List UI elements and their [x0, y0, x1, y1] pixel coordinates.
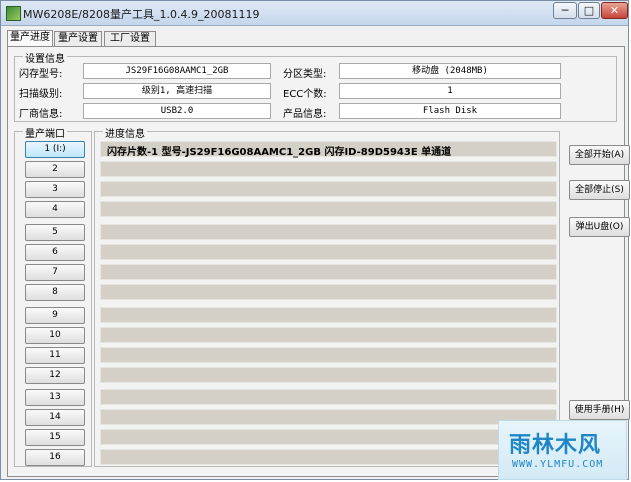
ports-group-title: 量产端口: [23, 125, 67, 140]
stop-all-button[interactable]: 全部停止(S): [569, 180, 630, 200]
tab-factory-settings[interactable]: 工厂设置: [104, 31, 156, 47]
window-title: MW6208E/8208量产工具_1.0.4.9_20081119: [23, 8, 260, 21]
flash-model-label: 闪存型号:: [19, 69, 63, 80]
port-button-4[interactable]: 4: [25, 201, 85, 218]
progress-group-title: 进度信息: [103, 125, 147, 140]
progress-row-8: [100, 284, 557, 300]
ecc-count-label: ECC个数:: [283, 89, 327, 100]
watermark-logo-text: 雨林木风: [509, 433, 602, 458]
watermark-logo: 雨林木风 WWW.YLMFU.COM: [498, 420, 627, 480]
tab-production-progress[interactable]: 量产进度: [7, 30, 53, 47]
progress-row-13: [100, 389, 557, 405]
port-button-10[interactable]: 10: [25, 327, 85, 344]
product-info-field: Flash Disk: [339, 103, 561, 119]
minimize-button[interactable]: ─: [553, 2, 577, 19]
title-bar[interactable]: MW6208E/8208量产工具_1.0.4.9_20081119 ─ □ ✕: [1, 1, 628, 26]
app-icon: [6, 6, 21, 21]
port-button-11[interactable]: 11: [25, 347, 85, 364]
ecc-count-field: 1: [339, 83, 561, 99]
port-button-14[interactable]: 14: [25, 409, 85, 426]
maximize-button[interactable]: □: [578, 2, 600, 19]
progress-row-16: [100, 449, 557, 465]
settings-group: 设置信息 闪存型号: JS29F16G08AAMC1_2GB 分区类型: 移动盘…: [14, 50, 617, 122]
port-button-9[interactable]: 9: [25, 307, 85, 324]
manual-button[interactable]: 使用手册(H): [569, 400, 630, 420]
port-button-1[interactable]: 1 (I:): [25, 141, 85, 158]
progress-row-1: 闪存片数-1 型号-JS29F16G08AAMC1_2GB 闪存ID-89D59…: [100, 141, 557, 158]
port-button-15[interactable]: 15: [25, 429, 85, 446]
progress-row-14: [100, 409, 557, 425]
progress-row-text: 闪存片数-1 型号-JS29F16G08AAMC1_2GB 闪存ID-89D59…: [107, 147, 452, 158]
start-all-button[interactable]: 全部开始(A): [569, 145, 630, 165]
partition-type-field: 移动盘 (2048MB): [339, 63, 561, 79]
app-window: MW6208E/8208量产工具_1.0.4.9_20081119 ─ □ ✕ …: [0, 0, 630, 480]
partition-type-label: 分区类型:: [283, 69, 327, 80]
port-button-16[interactable]: 16: [25, 449, 85, 466]
port-button-6[interactable]: 6: [25, 244, 85, 261]
progress-row-12: [100, 367, 557, 383]
progress-row-15: [100, 429, 557, 445]
port-button-7[interactable]: 7: [25, 264, 85, 281]
port-button-8[interactable]: 8: [25, 284, 85, 301]
port-button-12[interactable]: 12: [25, 367, 85, 384]
scan-level-label: 扫描级别:: [19, 89, 63, 100]
port-button-2[interactable]: 2: [25, 161, 85, 178]
progress-row-7: [100, 264, 557, 280]
flash-model-field: JS29F16G08AAMC1_2GB: [83, 63, 271, 79]
watermark-url: WWW.YLMFU.COM: [512, 459, 604, 470]
port-button-5[interactable]: 5: [25, 224, 85, 241]
vendor-info-label: 厂商信息:: [19, 109, 63, 120]
progress-row-2: [100, 161, 557, 177]
progress-row-5: [100, 224, 557, 240]
progress-row-6: [100, 244, 557, 260]
tab-production-settings[interactable]: 量产设置: [54, 31, 102, 47]
progress-row-10: [100, 327, 557, 343]
eject-disk-button[interactable]: 弹出U盘(O): [569, 217, 630, 237]
scan-level-field: 级别1, 高速扫描: [83, 83, 271, 99]
progress-row-4: [100, 201, 557, 217]
vendor-info-field: USB2.0: [83, 103, 271, 119]
product-info-label: 产品信息:: [283, 109, 327, 120]
progress-row-11: [100, 347, 557, 363]
progress-row-9: [100, 307, 557, 323]
port-button-13[interactable]: 13: [25, 389, 85, 406]
progress-row-3: [100, 181, 557, 197]
port-button-3[interactable]: 3: [25, 181, 85, 198]
settings-group-title: 设置信息: [23, 50, 67, 65]
close-button[interactable]: ✕: [601, 2, 628, 19]
tab-panel: 设置信息 闪存型号: JS29F16G08AAMC1_2GB 分区类型: 移动盘…: [7, 46, 630, 477]
